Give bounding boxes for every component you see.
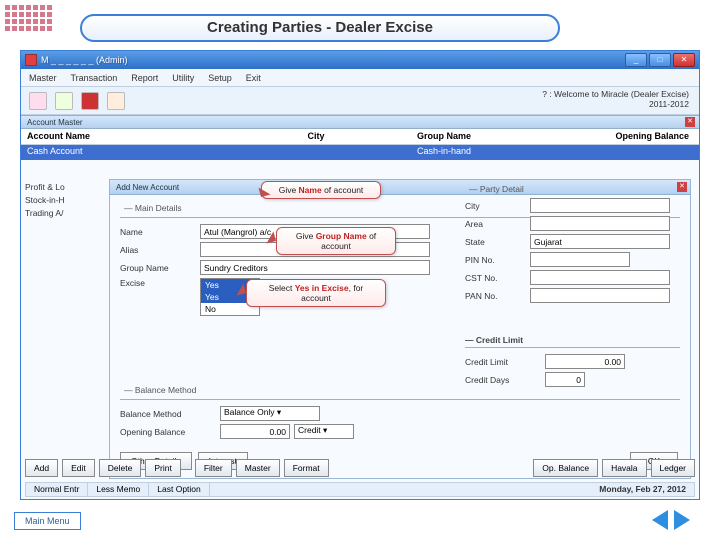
party-detail-label: — Party Detail [469, 184, 680, 194]
menu-report[interactable]: Report [131, 69, 158, 86]
city-input[interactable] [530, 198, 670, 213]
maximize-button[interactable]: □ [649, 53, 671, 67]
close-button[interactable]: ✕ [673, 53, 695, 67]
balance-method-select[interactable]: Balance Only ▾ [220, 406, 320, 421]
status-less-memo[interactable]: Less Memo [88, 483, 149, 496]
add-button[interactable]: Add [25, 459, 58, 477]
decorative-squares [4, 4, 53, 32]
alias-label: Alias [120, 245, 200, 255]
menu-transaction[interactable]: Transaction [71, 69, 118, 86]
account-master-header: Account Master ✕ [21, 115, 699, 129]
col-opening-balance[interactable]: Opening Balance [561, 129, 699, 144]
list-item[interactable]: Profit & Lo [25, 181, 97, 194]
tool-icon-4[interactable] [107, 92, 125, 110]
print-button[interactable]: Print [145, 459, 180, 477]
menu-setup[interactable]: Setup [208, 69, 232, 86]
op-balance-button[interactable]: Op. Balance [533, 459, 598, 477]
pin-label: PIN No. [465, 255, 530, 265]
table-row[interactable]: Cash Account Cash-in-hand [21, 145, 699, 160]
status-bar: Normal Entr Less Memo Last Option Monday… [25, 482, 695, 497]
window-titlebar[interactable]: M _ _ _ _ _ _ (Admin) _ □ ✕ [21, 51, 699, 69]
cst-label: CST No. [465, 273, 530, 283]
welcome-text: ? : Welcome to Miracle (Dealer Excise) 2… [542, 89, 689, 109]
list-item[interactable]: Stock-in-H [25, 194, 97, 207]
menu-utility[interactable]: Utility [172, 69, 194, 86]
filter-button[interactable]: Filter [195, 459, 232, 477]
app-icon [25, 54, 37, 66]
menu-bar: Master Transaction Report Utility Setup … [21, 69, 699, 87]
main-menu-button[interactable]: Main Menu [14, 512, 81, 530]
group-label: Group Name [120, 263, 200, 273]
credit-limit-group: — Credit Limit Credit Limit Credit Days [465, 335, 680, 390]
close-section-icon[interactable]: ✕ [685, 117, 695, 127]
menu-master[interactable]: Master [29, 69, 57, 86]
minimize-button[interactable]: _ [625, 53, 647, 67]
edit-button[interactable]: Edit [62, 459, 95, 477]
pan-input[interactable] [530, 288, 670, 303]
tool-icon-3[interactable] [81, 92, 99, 110]
prev-arrow-icon[interactable] [642, 510, 668, 530]
next-arrow-icon[interactable] [674, 510, 700, 530]
party-detail-column: — Party Detail City Area State PIN No. C… [465, 202, 680, 306]
nav-arrows [642, 510, 700, 530]
state-label: State [465, 237, 530, 247]
callout-group: Give Group Name of account [276, 227, 396, 255]
add-new-account-dialog: Add New Account ✕ — Main Details Name Al… [109, 179, 691, 479]
footer-toolbar: Add Edit Delete Print Filter Master Form… [25, 459, 695, 479]
menu-exit[interactable]: Exit [246, 69, 261, 86]
columns-header: Account Name City Group Name Opening Bal… [21, 129, 699, 145]
name-label: Name [120, 227, 200, 237]
opening-type-select[interactable]: Credit ▾ [294, 424, 354, 439]
tool-icon-2[interactable] [55, 92, 73, 110]
state-input[interactable] [530, 234, 670, 249]
credit-limit-input[interactable] [545, 354, 625, 369]
balance-method-label: Balance Method [120, 409, 220, 419]
app-window: M _ _ _ _ _ _ (Admin) _ □ ✕ Master Trans… [20, 50, 700, 500]
col-city[interactable]: City [221, 129, 411, 144]
tool-icon-1[interactable] [29, 92, 47, 110]
status-date: Monday, Feb 27, 2012 [210, 483, 694, 496]
format-button[interactable]: Format [284, 459, 329, 477]
excise-label: Excise [120, 278, 200, 288]
left-list: Profit & Lo Stock-in-H Trading A/ [21, 179, 101, 222]
credit-limit-label: Credit Limit [465, 357, 545, 367]
balance-method-group: — Balance Method Balance Method Balance … [120, 383, 680, 442]
city-label: City [465, 201, 530, 211]
area-label: Area [465, 219, 530, 229]
delete-button[interactable]: Delete [99, 459, 142, 477]
status-last-option[interactable]: Last Option [149, 483, 209, 496]
window-title: M _ _ _ _ _ _ (Admin) [41, 55, 625, 65]
pin-input[interactable] [530, 252, 630, 267]
havala-button[interactable]: Havala [602, 459, 646, 477]
callout-name: Give Name of account [261, 181, 381, 199]
cst-input[interactable] [530, 270, 670, 285]
slide-title: Creating Parties - Dealer Excise [80, 14, 560, 42]
master-button[interactable]: Master [236, 459, 280, 477]
opening-balance-label: Opening Balance [120, 427, 220, 437]
list-item[interactable]: Trading A/ [25, 207, 97, 220]
area-input[interactable] [530, 216, 670, 231]
col-group-name[interactable]: Group Name [411, 129, 561, 144]
ledger-button[interactable]: Ledger [651, 459, 695, 477]
pan-label: PAN No. [465, 291, 530, 301]
callout-excise: Select Yes in Excise, for account [246, 279, 386, 307]
group-input[interactable] [200, 260, 430, 275]
status-normal[interactable]: Normal Entr [26, 483, 88, 496]
col-account-name[interactable]: Account Name [21, 129, 221, 144]
opening-balance-input[interactable] [220, 424, 290, 439]
